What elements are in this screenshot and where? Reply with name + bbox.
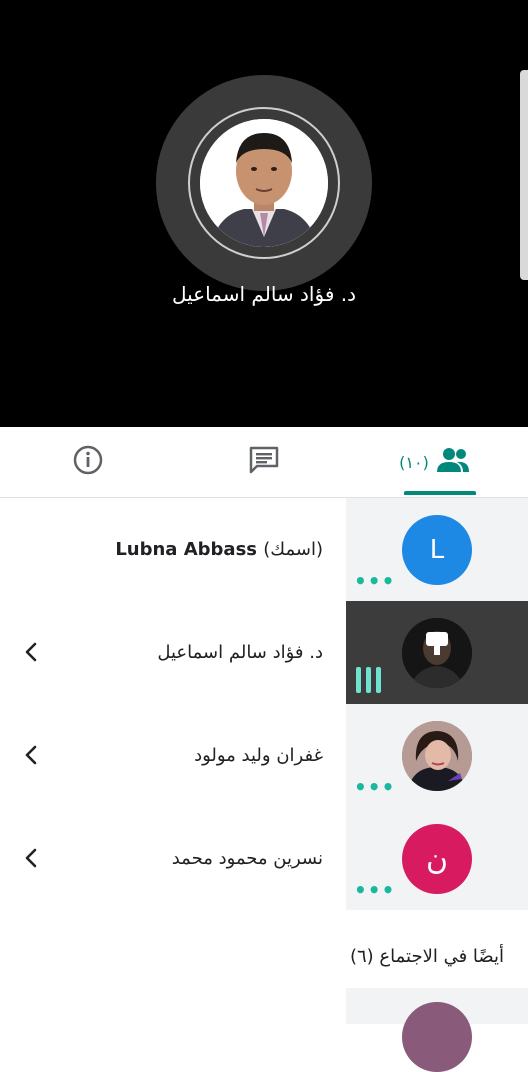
speaker-name: د. فؤاد سالم اسماعيل <box>171 282 357 306</box>
participant-name: غفران وليد مولود <box>194 745 323 766</box>
avatar-initial: ن <box>425 841 449 877</box>
you-label: (اسمك) <box>263 539 323 560</box>
tab-active-indicator <box>404 491 476 495</box>
more-dots-icon[interactable]: ••• <box>354 571 395 591</box>
video-stage: د. فؤاد سالم اسماعيل <box>0 0 528 427</box>
info-icon <box>72 444 104 480</box>
avatar-initial: L <box>429 535 445 565</box>
tab-info[interactable] <box>48 427 128 497</box>
avatar <box>402 721 472 791</box>
avatar <box>402 618 472 688</box>
people-icon <box>435 445 471 479</box>
speaking-indicator <box>356 667 381 693</box>
more-dots-icon[interactable]: ••• <box>354 880 395 900</box>
speaker-photo <box>200 119 328 247</box>
scrollbar[interactable] <box>520 70 528 280</box>
tab-chat[interactable] <box>224 427 304 497</box>
chevron-left-icon[interactable] <box>20 742 42 768</box>
tab-bar: (١٠) <box>0 427 528 498</box>
participant-name: د. فؤاد سالم اسماعيل <box>157 642 323 663</box>
more-dots-icon[interactable]: ••• <box>354 777 395 797</box>
participant-row[interactable]: ن ••• نسرين محمود محمد <box>0 807 528 910</box>
participant-name: نسرين محمود محمد <box>171 848 323 869</box>
chevron-left-icon[interactable] <box>20 845 42 871</box>
participant-name-text: Lubna Abbass <box>115 539 257 560</box>
section-title: أيضًا في الاجتماع (٦) <box>349 946 504 967</box>
people-count: (١٠) <box>399 452 429 472</box>
tab-people[interactable]: (١٠) <box>390 427 480 497</box>
participant-row[interactable]: ••• غفران وليد مولود <box>0 704 528 807</box>
avatar: L <box>402 515 472 585</box>
avatar: ن <box>402 824 472 894</box>
chevron-left-icon[interactable] <box>20 639 42 665</box>
avatar <box>402 1002 472 1072</box>
participant-name: Lubna Abbass (اسمك) <box>115 498 323 601</box>
participant-row[interactable]: د. فؤاد سالم اسماعيل <box>0 601 528 704</box>
participant-row[interactable]: L ••• Lubna Abbass (اسمك) <box>0 498 528 601</box>
chat-icon <box>247 444 281 480</box>
